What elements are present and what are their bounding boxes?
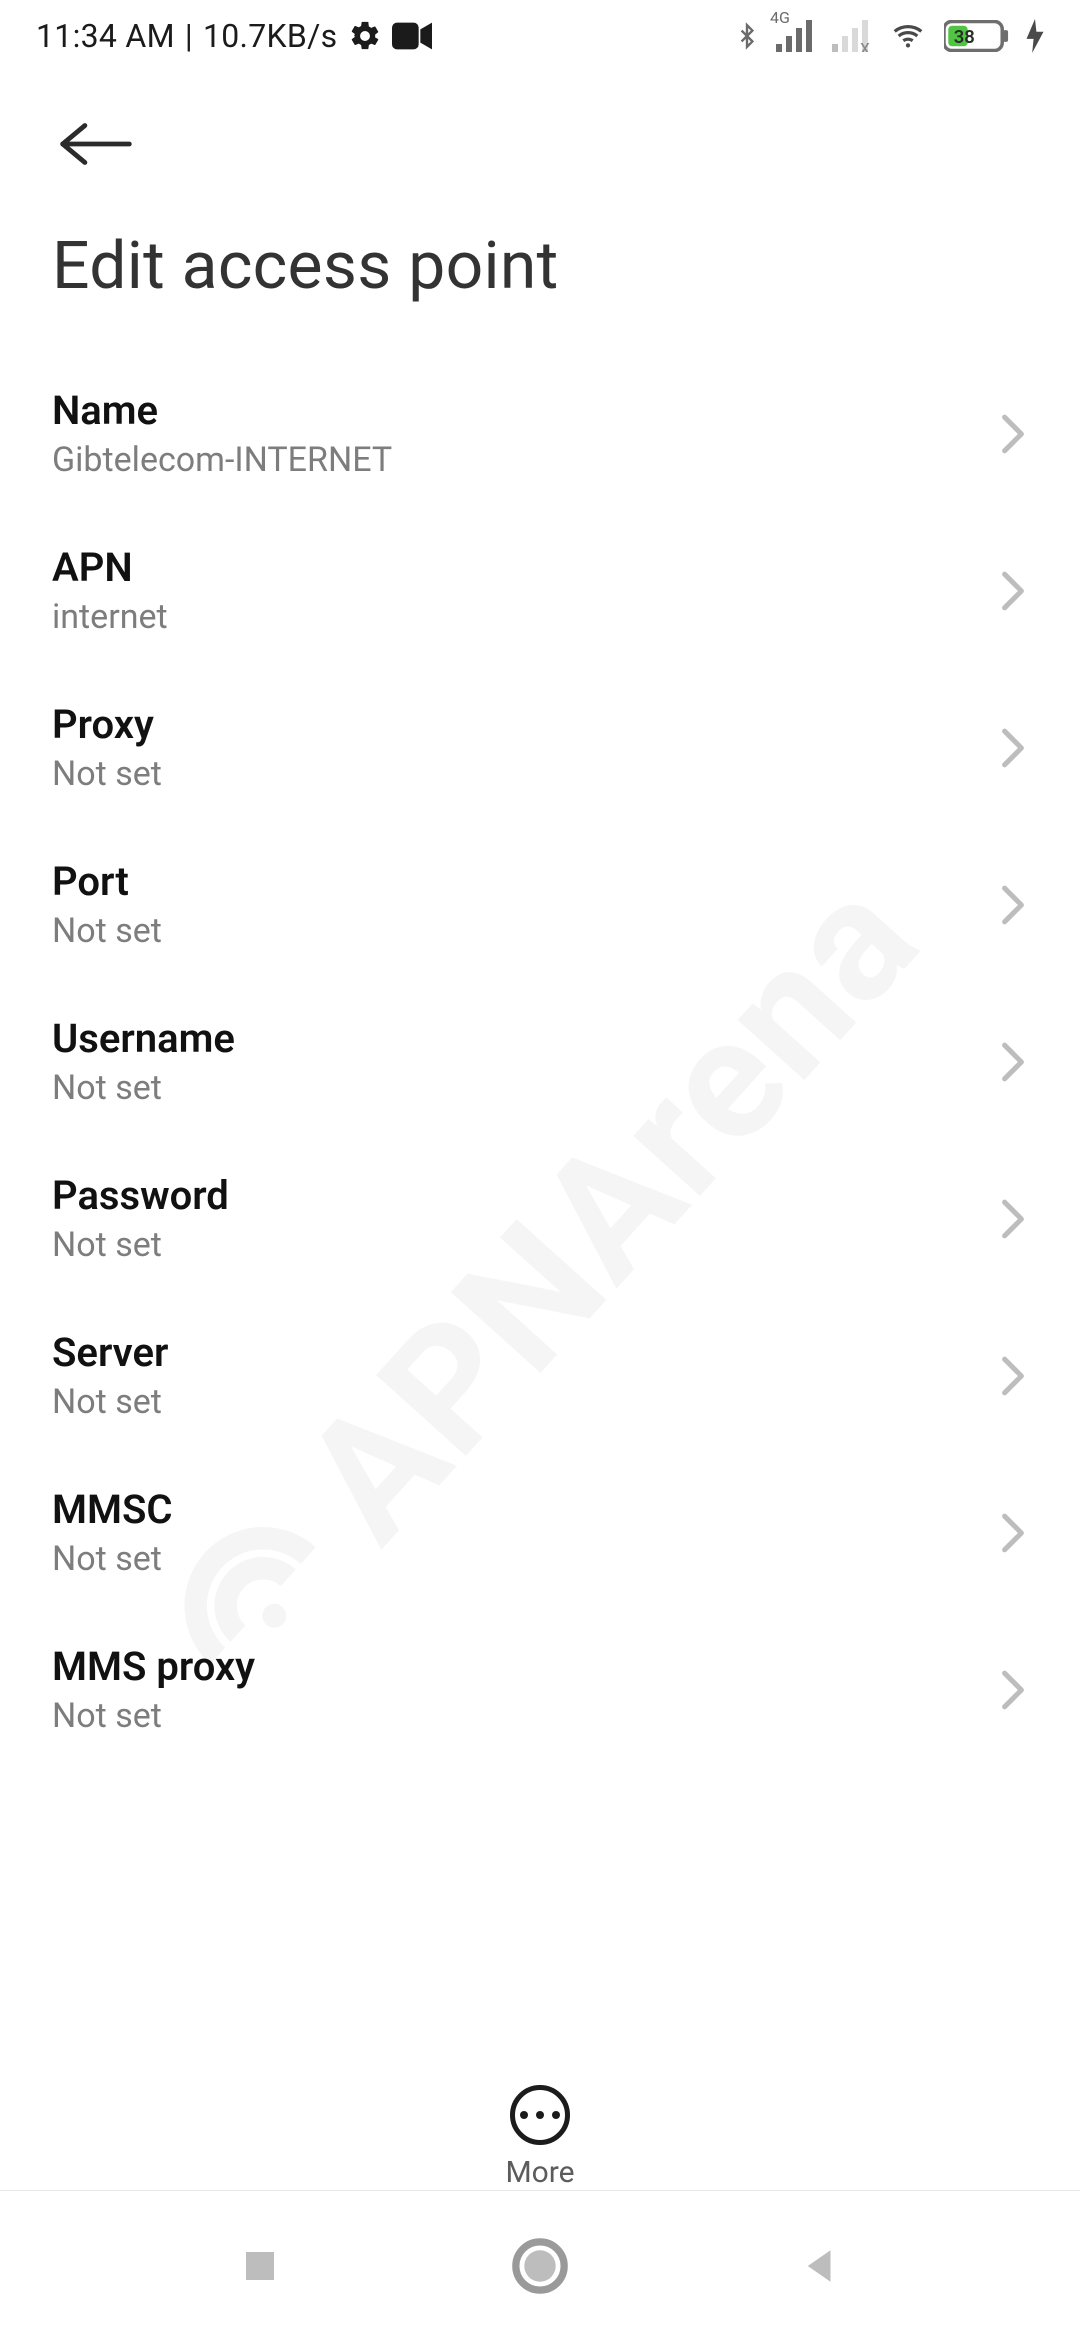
chevron-right-icon bbox=[998, 1669, 1028, 1711]
status-net-speed: 10.7KB/s bbox=[203, 17, 338, 55]
chevron-right-icon bbox=[998, 1355, 1028, 1397]
row-label: MMSC bbox=[52, 1486, 173, 1533]
row-server[interactable]: Server Not set bbox=[0, 1297, 1080, 1454]
row-value: Not set bbox=[52, 1696, 255, 1736]
status-time: 11:34 AM bbox=[36, 17, 175, 55]
row-value: Not set bbox=[52, 1225, 229, 1265]
row-label: MMS proxy bbox=[52, 1643, 255, 1690]
camera-icon bbox=[392, 22, 432, 50]
row-value: Not set bbox=[52, 1382, 168, 1422]
chevron-right-icon bbox=[998, 1198, 1028, 1240]
dot-icon bbox=[520, 2111, 528, 2119]
signal-sim1-icon: 4G bbox=[776, 20, 816, 52]
nav-back-button[interactable] bbox=[788, 2234, 852, 2298]
app-bar bbox=[0, 72, 1080, 198]
arrow-left-icon bbox=[59, 118, 133, 170]
more-button[interactable] bbox=[510, 2085, 570, 2145]
row-apn[interactable]: APN internet bbox=[0, 512, 1080, 669]
nav-home-button[interactable] bbox=[508, 2234, 572, 2298]
chevron-right-icon bbox=[998, 727, 1028, 769]
row-label: Server bbox=[52, 1329, 168, 1376]
row-mmsc[interactable]: MMSC Not set bbox=[0, 1454, 1080, 1611]
row-value: Not set bbox=[52, 1068, 235, 1108]
row-label: Username bbox=[52, 1015, 235, 1062]
square-icon bbox=[239, 2245, 281, 2287]
row-label: APN bbox=[52, 544, 168, 591]
chevron-right-icon bbox=[998, 1512, 1028, 1554]
status-bar: 11:34 AM | 10.7KB/s 4G x 38 bbox=[0, 0, 1080, 72]
back-button[interactable] bbox=[52, 100, 140, 188]
triangle-left-icon bbox=[799, 2242, 841, 2290]
battery-icon: 38 bbox=[944, 20, 1010, 52]
chevron-right-icon bbox=[998, 1041, 1028, 1083]
row-value: Not set bbox=[52, 754, 162, 794]
row-password[interactable]: Password Not set bbox=[0, 1140, 1080, 1297]
nav-recents-button[interactable] bbox=[228, 2234, 292, 2298]
svg-text:x: x bbox=[860, 35, 870, 52]
row-username[interactable]: Username Not set bbox=[0, 983, 1080, 1140]
row-name[interactable]: Name Gibtelecom-INTERNET bbox=[0, 355, 1080, 512]
chevron-right-icon bbox=[998, 884, 1028, 926]
chevron-right-icon bbox=[998, 413, 1028, 455]
row-mms-proxy[interactable]: MMS proxy Not set bbox=[0, 1611, 1080, 1768]
row-label: Name bbox=[52, 387, 392, 434]
more-label: More bbox=[505, 2155, 574, 2190]
chevron-right-icon bbox=[998, 570, 1028, 612]
row-port[interactable]: Port Not set bbox=[0, 826, 1080, 983]
dot-icon bbox=[536, 2111, 544, 2119]
circle-icon bbox=[511, 2237, 569, 2295]
bottom-action-bar: More bbox=[0, 2085, 1080, 2190]
charging-icon bbox=[1026, 19, 1044, 53]
row-value: internet bbox=[52, 597, 168, 637]
wifi-icon bbox=[888, 20, 928, 52]
battery-pct-text: 38 bbox=[954, 26, 975, 48]
apn-settings-list: Name Gibtelecom-INTERNET APN internet Pr… bbox=[0, 335, 1080, 2037]
sim1-4g-label: 4G bbox=[770, 8, 790, 27]
row-value: Not set bbox=[52, 911, 162, 951]
row-label: Port bbox=[52, 858, 162, 905]
row-value: Not set bbox=[52, 1539, 173, 1579]
status-sep: | bbox=[185, 17, 193, 55]
row-proxy[interactable]: Proxy Not set bbox=[0, 669, 1080, 826]
bluetooth-icon bbox=[734, 17, 760, 55]
page-title: Edit access point bbox=[0, 198, 1080, 335]
signal-sim2-icon: x bbox=[832, 20, 872, 52]
row-label: Proxy bbox=[52, 701, 162, 748]
navigation-bar bbox=[0, 2190, 1080, 2340]
gear-icon bbox=[348, 19, 382, 53]
row-label: Password bbox=[52, 1172, 229, 1219]
row-value: Gibtelecom-INTERNET bbox=[52, 440, 392, 480]
dot-icon bbox=[552, 2111, 560, 2119]
